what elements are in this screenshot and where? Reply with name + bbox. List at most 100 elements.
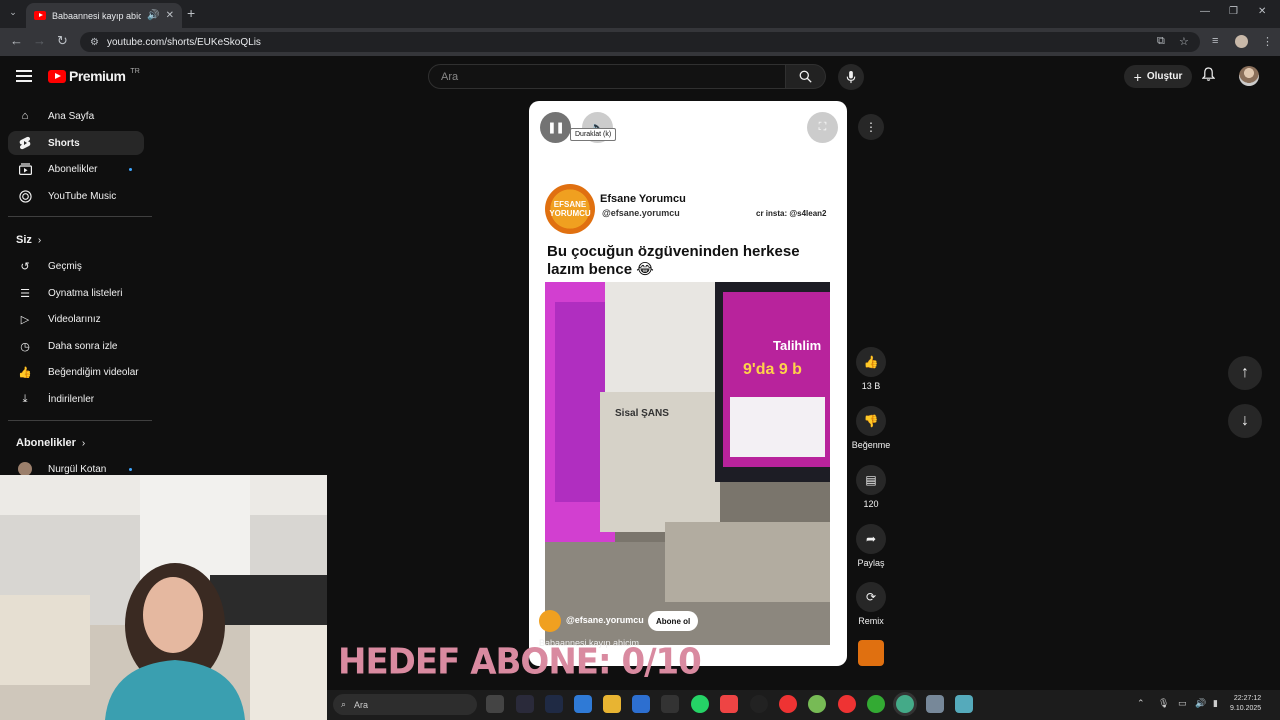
subscribe-button[interactable]: Abone ol <box>648 611 699 631</box>
sidebar-item-history[interactable]: ↺ Geçmiş <box>8 254 144 278</box>
sidebar-item-playlists[interactable]: ☰ Oynatma listeleri <box>8 281 144 305</box>
comment-icon[interactable]: ▤ <box>856 465 886 495</box>
overlay-channel-handle[interactable]: @efsane.yorumcu <box>566 615 644 625</box>
dislike-label: Beğenme <box>851 440 891 450</box>
dislike-action[interactable]: 👎 Beğenme <box>852 406 890 450</box>
search-input[interactable]: Ara <box>428 64 786 89</box>
taskbar-search[interactable]: ⌕ Ara <box>333 694 477 715</box>
sidebar-item-home[interactable]: ⌂ Ana Sayfa <box>8 104 144 128</box>
browser-tab[interactable]: Babaannesi kayıp abicim - YouTube 🔊 ✕ <box>26 3 182 28</box>
chrome-icon-3[interactable] <box>867 695 885 713</box>
notifications-bell-icon[interactable] <box>1201 67 1216 84</box>
sidebar-item-label: Shorts <box>48 137 80 149</box>
back-icon[interactable]: ← <box>10 33 23 48</box>
share-icon[interactable]: ➦ <box>856 524 886 554</box>
tab-close-icon[interactable]: ✕ <box>166 10 174 21</box>
share-action[interactable]: ➦ Paylaş <box>856 524 886 568</box>
address-bar[interactable]: ⚙ youtube.com/shorts/EUKeSkoQLis <box>80 32 1200 52</box>
tab-search-button[interactable]: ⌄ <box>6 7 20 21</box>
browser-menu-icon[interactable]: ⋮ <box>1262 35 1273 48</box>
media-control-icon[interactable]: ≡ <box>1212 35 1218 47</box>
section-title: Abonelikler <box>16 437 76 449</box>
sidebar-item-watch-later[interactable]: ◷ Daha sonra izle <box>8 334 144 358</box>
taskbar-search-placeholder: Ara <box>354 699 369 710</box>
section-subscriptions-title[interactable]: Abonelikler › <box>16 437 85 449</box>
volume-tray-icon[interactable]: 🔊 <box>1195 698 1206 709</box>
chrome-icon-2[interactable] <box>838 695 856 713</box>
next-short-button[interactable]: ↓ <box>1228 404 1262 438</box>
dislike-icon[interactable]: 👎 <box>856 406 886 436</box>
powershell-icon[interactable] <box>545 695 563 713</box>
site-info-icon[interactable]: ⚙ <box>90 37 99 48</box>
previous-short-button[interactable]: ↑ <box>1228 356 1262 390</box>
voice-search-button[interactable] <box>838 64 864 90</box>
tab-title: Babaannesi kayıp abicim - YouTube <box>52 10 142 21</box>
fullscreen-button[interactable]: ⛶ <box>807 112 838 143</box>
video-caption: Bu çocuğun özgüveninden herkese lazım be… <box>547 243 800 278</box>
profile-avatar-icon[interactable] <box>1235 35 1248 48</box>
store-icon[interactable] <box>632 695 650 713</box>
openai-icon[interactable] <box>661 695 679 713</box>
audio-source-thumbnail[interactable] <box>858 640 884 666</box>
tab-audio-icon[interactable]: 🔊 <box>147 10 159 21</box>
remote-desktop-icon[interactable] <box>955 695 973 713</box>
terminal-icon[interactable] <box>516 695 534 713</box>
pause-button[interactable]: ❚❚ <box>540 112 571 143</box>
create-button[interactable]: + Oluştur <box>1124 65 1192 88</box>
new-tab-button[interactable]: + <box>187 5 195 21</box>
sidebar-item-downloads[interactable]: ⤓ İndirilenler <box>8 387 144 411</box>
obs-icon[interactable] <box>750 695 768 713</box>
tray-overflow-icon[interactable]: ⌃ <box>1137 698 1145 709</box>
sidebar-item-label: Oynatma listeleri <box>48 287 123 299</box>
sidebar-item-youtube-music[interactable]: YouTube Music <box>8 184 144 208</box>
search-button[interactable] <box>786 64 826 89</box>
arrow-down-icon: ↓ <box>1241 412 1249 429</box>
clock-date: 9.10.2025 <box>1230 705 1262 712</box>
chrome-profile-icon[interactable] <box>808 695 826 713</box>
sidebar-item-label: YouTube Music <box>48 190 117 202</box>
overlay-channel-avatar[interactable] <box>539 610 561 632</box>
restore-icon[interactable]: ❐ <box>1229 6 1238 17</box>
channel-logo: EFSANE YORUMCU <box>545 184 595 234</box>
sidebar-item-your-videos[interactable]: ▷ Videolarınız <box>8 307 144 331</box>
video-scene: Sisal ŞANS Talihlim 9'da 9 b <box>545 282 830 645</box>
remix-action[interactable]: ⟳ Remix <box>856 582 886 626</box>
close-window-icon[interactable]: ✕ <box>1258 6 1266 17</box>
reload-icon[interactable]: ↻ <box>57 33 68 49</box>
comments-action[interactable]: ▤ 120 <box>856 465 886 509</box>
minimize-icon[interactable]: — <box>1200 6 1210 17</box>
new-content-dot <box>129 167 132 171</box>
install-app-icon[interactable]: ⧉ <box>1157 35 1165 48</box>
microphone-tray-icon[interactable]: 🎙 <box>1158 698 1169 709</box>
remix-icon[interactable]: ⟳ <box>856 582 886 612</box>
more-options-icon[interactable]: ⋮ <box>858 114 884 140</box>
like-icon[interactable]: 👍 <box>856 347 886 377</box>
battery-tray-icon[interactable]: ▮ <box>1213 698 1218 709</box>
section-you-title[interactable]: Siz › <box>16 234 41 246</box>
share-label: Paylaş <box>857 558 885 568</box>
youtube-logo[interactable]: Premium TR <box>48 68 140 84</box>
calculator-icon[interactable] <box>574 695 592 713</box>
sidebar-item-liked-videos[interactable]: 👍 Beğendiğim videolar <box>8 360 144 384</box>
sidebar-item-subscriptions[interactable]: Abonelikler <box>8 157 144 181</box>
subscriber-goal-overlay: HEDEF ABONE: 0/10 <box>338 641 702 683</box>
plus-icon: + <box>1133 68 1142 85</box>
forward-icon[interactable]: → <box>33 33 46 48</box>
account-avatar[interactable] <box>1239 66 1259 86</box>
sidebar-item-shorts[interactable]: Shorts <box>8 131 144 155</box>
taskbar-clock[interactable]: 22:27:12 9.10.2025 <box>1230 694 1261 714</box>
file-explorer-icon[interactable] <box>603 695 621 713</box>
chrome-icon[interactable] <box>779 695 797 713</box>
bookmark-star-icon[interactable]: ☆ <box>1179 35 1189 48</box>
video-frame: Sisal ŞANS Talihlim 9'da 9 b <box>545 282 830 645</box>
settings-icon[interactable] <box>926 695 944 713</box>
sidebar-item-label: Beğendiğim videolar <box>48 366 139 378</box>
like-action[interactable]: 👍 13 B <box>856 347 886 391</box>
snipping-tool-icon[interactable] <box>720 695 738 713</box>
menu-icon[interactable] <box>16 70 32 82</box>
whatsapp-icon[interactable] <box>691 695 709 713</box>
sidebar-item-label: İndirilenler <box>48 393 95 405</box>
chrome-active-icon[interactable] <box>896 695 914 713</box>
display-tray-icon[interactable]: ▭ <box>1178 698 1187 709</box>
task-view-icon[interactable] <box>486 695 504 713</box>
